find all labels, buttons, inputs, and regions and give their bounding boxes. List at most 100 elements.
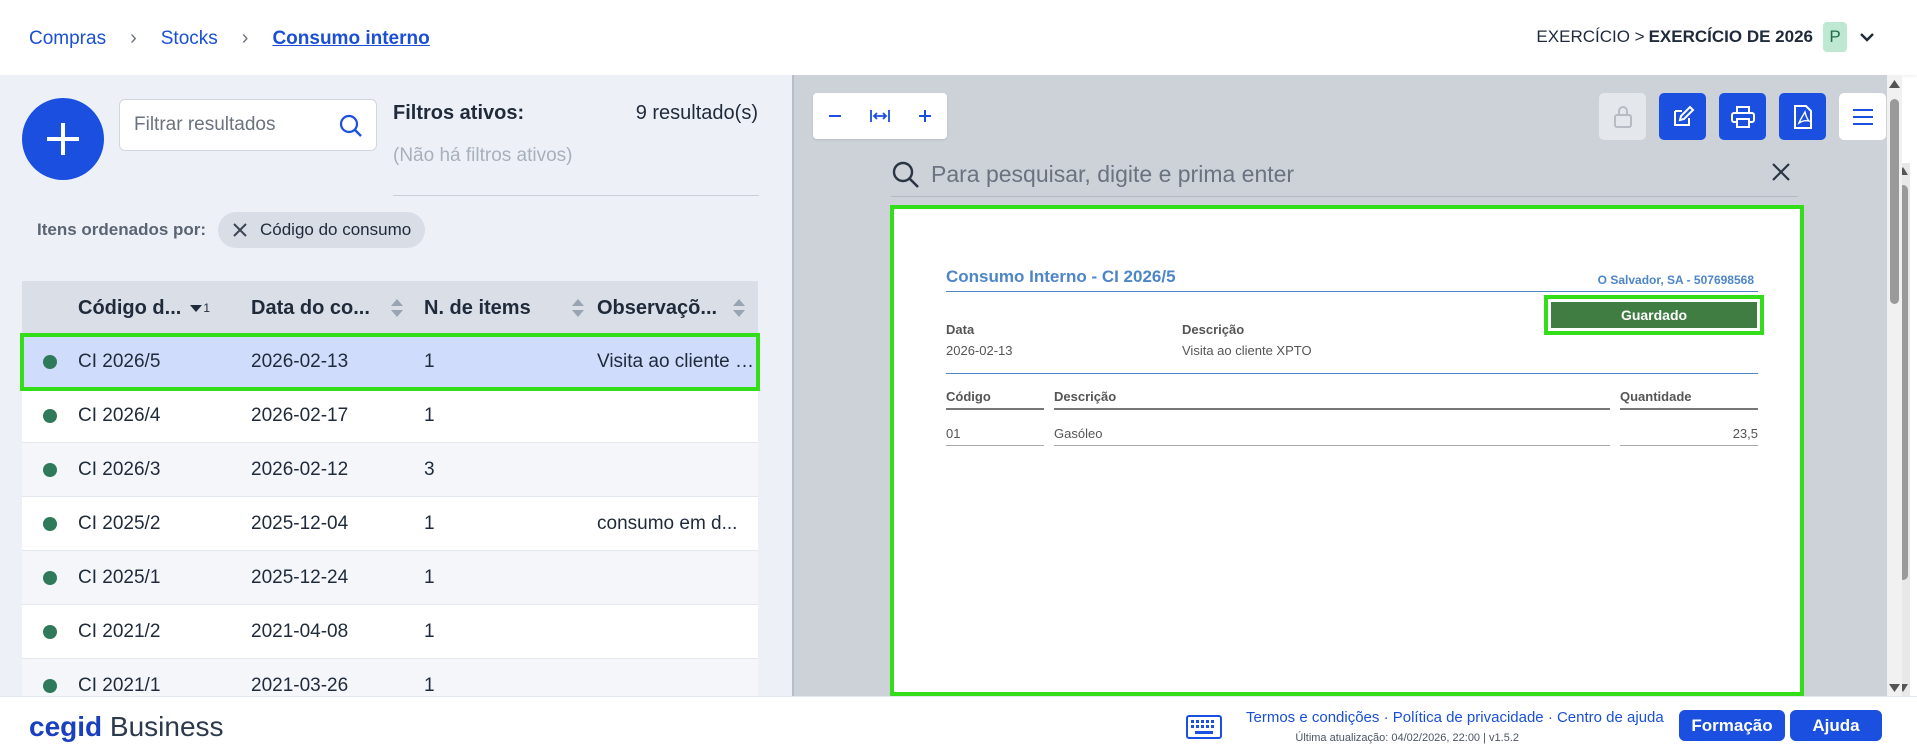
cell-items: 1 [424,350,435,372]
breadcrumb-compras[interactable]: Compras [29,28,106,50]
print-icon [1730,105,1755,128]
breadcrumb-consumo-interno[interactable]: Consumo interno [272,28,429,50]
cell-date: 2026-02-12 [251,458,349,480]
column-header-date[interactable]: Data do co... [251,297,424,320]
brand-name: cegid [29,711,103,742]
exercise-value: EXERCÍCIO DE 2026 [1648,27,1813,46]
keyboard-icon[interactable] [1186,715,1222,739]
brand-product: Business [109,711,224,742]
sort-arrows-icon[interactable] [571,298,585,318]
table-row[interactable]: CI 2025/1 2025-12-24 1 [22,551,758,605]
table-row[interactable]: CI 2021/2 2021-04-08 1 [22,605,758,659]
document-title: Consumo Interno - CI 2026/5 [946,267,1176,286]
description-value: Visita ao cliente XPTO [1182,343,1312,358]
document-search[interactable] [891,153,1798,197]
column-header-notes[interactable]: Observaçõ... [597,297,758,320]
list-panel: Filtros ativos: (Não há filtros ativos) … [0,75,792,713]
breadcrumb-stocks[interactable]: Stocks [161,28,218,50]
line-header-quantity: Quantidade [1620,389,1758,410]
status-dot [22,678,78,693]
filter-input[interactable] [134,114,334,136]
status-dot [22,570,78,585]
column-header-items[interactable]: N. de items [424,297,597,320]
status-badge: Guardado [1544,295,1764,335]
search-icon[interactable] [338,113,364,139]
lock-button[interactable] [1599,93,1646,140]
cell-code: CI 2026/4 [78,404,161,426]
top-bar: Compras › Stocks › Consumo interno EXERC… [0,0,1917,75]
table-row[interactable]: CI 2026/3 2026-02-12 3 [22,443,758,497]
last-updated: Última atualização: 04/02/2026, 22:00 | … [1295,732,1519,744]
document-search-input[interactable] [931,161,1751,188]
column-header-label: N. de items [424,296,531,319]
line-code: 01 [946,426,1044,446]
line-header-code: Código [946,389,1044,410]
footer: cegid Business Termos e condições · Polí… [0,696,1917,755]
plus-icon [47,123,79,155]
fit-width-icon[interactable] [868,105,892,127]
document-preview: Consumo Interno - CI 2026/5 O Salvador, … [890,205,1804,696]
sort-chip[interactable]: Código do consumo [218,212,426,248]
line-header-description: Descrição [1054,389,1610,410]
hamburger-menu-icon [1852,108,1873,125]
breadcrumb: Compras › Stocks › Consumo interno [29,27,430,50]
print-button[interactable] [1719,93,1766,140]
table-row[interactable]: CI 2026/5 2026-02-13 1 Visita ao cliente… [20,333,760,391]
description-label: Descrição [1182,322,1245,337]
status-dot [22,408,78,423]
zoom-toolbar [813,93,947,139]
column-header-code[interactable]: Código d... 1 [78,297,251,320]
edit-icon [1673,105,1694,126]
search-icon [892,161,919,188]
sort-desc-icon[interactable]: 1 [189,301,210,315]
cell-items: 1 [424,674,435,696]
avatar[interactable]: P [1823,22,1847,52]
document-company: O Salvador, SA - 507698568 [1597,273,1754,287]
sort-arrows-icon[interactable] [390,298,404,318]
cell-code: CI 2026/3 [78,458,161,480]
consumption-table: Código d... 1 Data do co... N. de items [20,281,760,713]
chevron-right-icon: › [241,27,249,49]
status-dot [22,624,78,639]
sorted-by-label: Itens ordenados por: [37,220,207,239]
cell-date: 2026-02-17 [251,404,349,426]
cell-date: 2021-04-08 [251,620,349,642]
status-dot [22,462,78,477]
zoom-out-icon[interactable] [824,105,846,127]
cell-code: CI 2025/1 [78,566,161,588]
exercise-label: EXERCÍCIO > [1536,27,1645,46]
cell-code: CI 2026/5 [78,350,161,372]
status-badge-label: Guardado [1551,302,1757,328]
add-button[interactable] [22,98,104,180]
status-dot [22,516,78,531]
exercise-selector[interactable]: EXERCÍCIO > EXERCÍCIO DE 2026 P [1536,22,1877,52]
active-filters-title: Filtros ativos: [393,102,525,124]
menu-button[interactable] [1839,93,1886,140]
help-button[interactable]: Ajuda [1790,710,1882,741]
table-row[interactable]: CI 2026/4 2026-02-17 1 [22,389,758,443]
filter-field[interactable] [119,99,377,151]
sort-order-index: 1 [203,301,210,315]
cell-items: 1 [424,620,435,642]
cell-date: 2021-03-26 [251,674,349,696]
close-icon[interactable] [232,222,248,238]
training-button[interactable]: Formação [1679,710,1785,741]
page-scrollbar[interactable] [1887,75,1902,696]
cell-date: 2025-12-04 [251,512,349,534]
column-header-label: Código d... [78,296,182,319]
cell-date: 2026-02-13 [251,350,349,372]
results-count: 9 resultado(s) [635,102,758,124]
column-header-label: Data do co... [251,296,370,319]
sort-arrows-icon[interactable] [732,298,746,318]
edit-button[interactable] [1659,93,1706,140]
pdf-button[interactable] [1779,93,1826,140]
zoom-in-icon[interactable] [914,105,936,127]
close-icon[interactable] [1770,161,1792,183]
cell-notes: consumo em d... [597,512,738,534]
chevron-down-icon[interactable] [1857,27,1877,47]
chevron-right-icon: › [130,27,137,49]
footer-links[interactable]: Termos e condições · Política de privaci… [1246,709,1664,726]
table-row[interactable]: CI 2025/2 2025-12-04 1 consumo em d... [22,497,758,551]
status-dot [22,354,78,369]
cell-notes: Visita ao cliente XPTO [597,350,758,372]
